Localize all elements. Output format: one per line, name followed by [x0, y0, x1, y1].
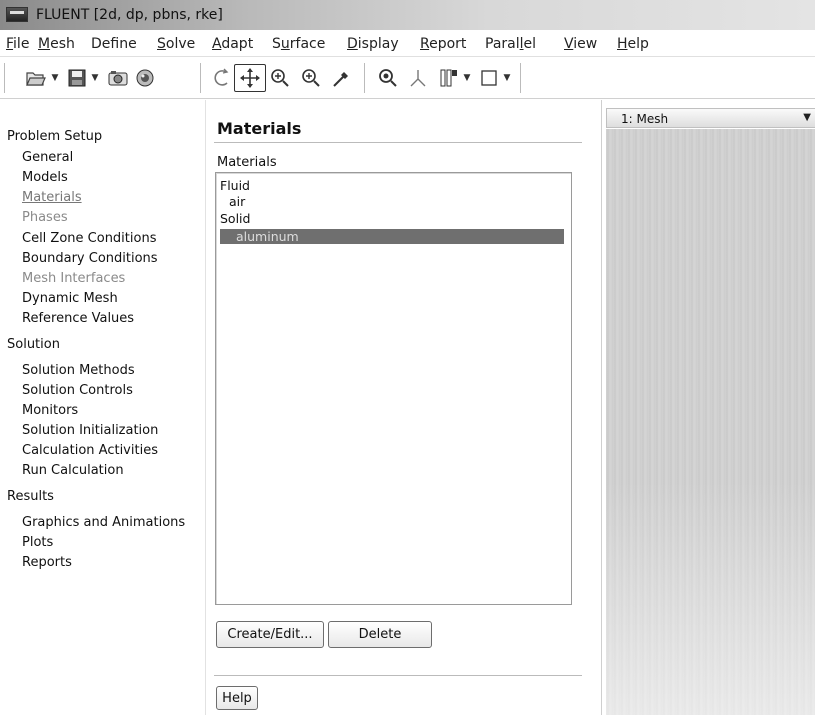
nav-item-models[interactable]: Models — [22, 170, 68, 185]
graphics-window-selector[interactable]: 1: Mesh ▼ — [606, 108, 815, 128]
menu-bar: File Mesh Define Solve Adapt Surface Dis… — [0, 31, 815, 57]
window-dropdown-caret-icon[interactable]: ▼ — [502, 66, 512, 90]
list-item-air[interactable]: air — [229, 194, 245, 209]
nav-item-cell-zone-conditions[interactable]: Cell Zone Conditions — [22, 231, 156, 246]
help-button[interactable]: Help — [216, 686, 258, 710]
save-dropdown-caret-icon[interactable]: ▼ — [90, 66, 100, 90]
axes-icon[interactable] — [406, 66, 430, 90]
panel-title: Materials — [217, 119, 302, 138]
list-item-aluminum[interactable]: aluminum — [220, 229, 564, 244]
materials-list-label: Materials — [217, 155, 277, 170]
menu-view[interactable]: View — [564, 36, 597, 52]
zoom-box-icon[interactable] — [299, 66, 323, 90]
menu-report[interactable]: Report — [420, 36, 466, 52]
zoom-in-icon[interactable] — [268, 66, 292, 90]
nav-section-solution[interactable]: Solution — [7, 337, 60, 352]
title-divider — [214, 142, 582, 143]
nav-section-problem-setup[interactable]: Problem Setup — [7, 129, 102, 144]
mesh-display-canvas[interactable] — [606, 129, 815, 715]
menu-solve[interactable]: Solve — [157, 36, 195, 52]
nav-item-phases[interactable]: Phases — [22, 210, 68, 225]
menu-adapt[interactable]: Adapt — [212, 36, 253, 52]
delete-button[interactable]: Delete — [328, 621, 432, 648]
render-icon[interactable] — [134, 66, 156, 90]
list-item-solid[interactable]: Solid — [220, 211, 250, 226]
save-icon[interactable] — [66, 66, 88, 90]
camera-icon[interactable] — [106, 66, 130, 90]
graphics-window: 1: Mesh ▼ — [601, 100, 815, 715]
window-title: FLUENT [2d, dp, pbns, rke] — [36, 7, 223, 23]
create-edit-button[interactable]: Create/Edit... — [216, 621, 324, 648]
nav-item-monitors[interactable]: Monitors — [22, 403, 78, 418]
menu-display[interactable]: Display — [347, 36, 399, 52]
toolbar: ▼ ▼ ▼ ▼ — [0, 57, 815, 99]
menu-define[interactable]: Define — [91, 36, 137, 52]
materials-task-panel: Materials Materials Fluid air Solid alum… — [205, 100, 600, 715]
nav-item-reference-values[interactable]: Reference Values — [22, 311, 134, 326]
navigation-pane: Problem Setup General Models Materials P… — [0, 100, 205, 715]
graphics-window-label: 1: Mesh — [621, 112, 669, 126]
nav-item-run-calculation[interactable]: Run Calculation — [22, 463, 124, 478]
nav-item-solution-methods[interactable]: Solution Methods — [22, 363, 135, 378]
nav-item-general[interactable]: General — [22, 150, 73, 165]
open-dropdown-caret-icon[interactable]: ▼ — [50, 66, 60, 90]
nav-item-graphics-and-animations[interactable]: Graphics and Animations — [22, 515, 185, 530]
chevron-down-icon[interactable]: ▼ — [803, 112, 811, 123]
nav-item-mesh-interfaces[interactable]: Mesh Interfaces — [22, 271, 125, 286]
buttons-divider — [214, 675, 582, 676]
rotate-icon[interactable] — [210, 66, 234, 90]
fluent-app-icon[interactable] — [6, 7, 28, 22]
layout-dropdown-caret-icon[interactable]: ▼ — [462, 66, 472, 90]
materials-list[interactable]: Fluid air Solid aluminum — [215, 172, 572, 605]
toolbar-separator — [200, 63, 202, 93]
title-bar[interactable]: FLUENT [2d, dp, pbns, rke] — [0, 0, 815, 30]
menu-surface[interactable]: Surface — [272, 36, 325, 52]
translate-icon[interactable] — [234, 64, 266, 92]
probe-icon[interactable] — [330, 66, 354, 90]
nav-item-boundary-conditions[interactable]: Boundary Conditions — [22, 251, 158, 266]
nav-item-solution-controls[interactable]: Solution Controls — [22, 383, 133, 398]
toolbar-separator — [364, 63, 366, 93]
toolbar-separator — [520, 63, 522, 93]
window-icon[interactable] — [478, 66, 500, 90]
zoom-fit-icon[interactable] — [376, 66, 400, 90]
layout-icon[interactable] — [438, 66, 460, 90]
nav-item-solution-initialization[interactable]: Solution Initialization — [22, 423, 158, 438]
menu-mesh[interactable]: Mesh — [38, 36, 75, 52]
menu-help[interactable]: Help — [617, 36, 649, 52]
menu-parallel[interactable]: Parallel — [485, 36, 536, 52]
nav-item-dynamic-mesh[interactable]: Dynamic Mesh — [22, 291, 118, 306]
toolbar-grip[interactable] — [4, 63, 6, 93]
list-item-fluid[interactable]: Fluid — [220, 178, 250, 193]
nav-item-plots[interactable]: Plots — [22, 535, 53, 550]
nav-item-materials[interactable]: Materials — [22, 190, 82, 205]
nav-item-calculation-activities[interactable]: Calculation Activities — [22, 443, 158, 458]
menu-file[interactable]: File — [6, 36, 29, 52]
nav-section-results[interactable]: Results — [7, 489, 54, 504]
nav-item-reports[interactable]: Reports — [22, 555, 72, 570]
open-icon[interactable] — [24, 66, 48, 90]
